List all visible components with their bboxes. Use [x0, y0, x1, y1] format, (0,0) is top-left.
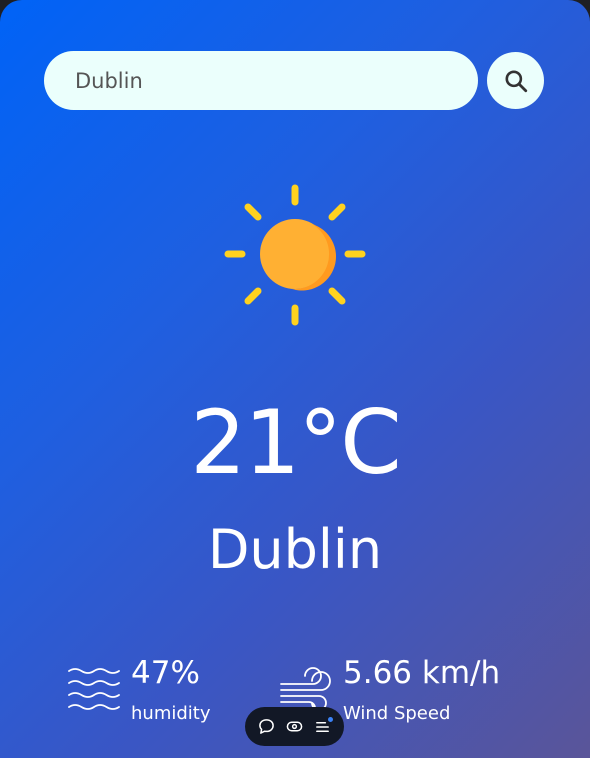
humidity-label: humidity — [131, 703, 211, 724]
humidity-value: 47% — [131, 655, 200, 691]
humidity-waves-icon — [68, 668, 120, 710]
comment-button[interactable] — [255, 715, 279, 739]
search-icon — [504, 69, 527, 92]
city-name: Dublin — [207, 518, 383, 581]
chat-bubble-icon — [259, 719, 275, 734]
city-search-input[interactable] — [44, 51, 478, 110]
wind-speed-label: Wind Speed — [343, 703, 451, 724]
sun-icon — [224, 184, 366, 326]
toggle-icon — [286, 721, 303, 732]
floating-toolbar — [245, 707, 344, 746]
notification-dot — [328, 716, 334, 722]
toggle-button[interactable] — [283, 715, 307, 739]
weather-card: 21°C Dublin 47% humidity 5.66 km/h Wind … — [0, 0, 590, 758]
menu-button[interactable] — [310, 715, 334, 739]
temperature: 21°C — [190, 391, 401, 494]
search-button[interactable] — [487, 52, 544, 109]
wind-speed-value: 5.66 km/h — [343, 655, 501, 691]
